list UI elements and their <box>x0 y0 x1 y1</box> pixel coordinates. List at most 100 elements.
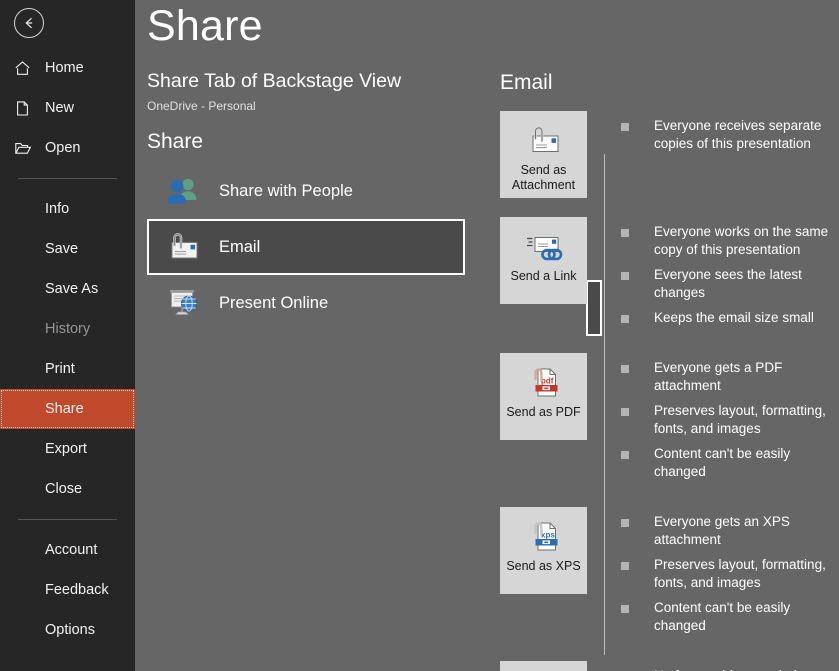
bullet-item: Everyone gets an XPS attachment <box>621 513 839 549</box>
back-button-area <box>0 0 135 46</box>
sidebar-item-label: Options <box>45 622 95 638</box>
xps-file-icon: xps <box>527 519 561 555</box>
send-as-pdf-button[interactable]: pdf Send as PDF <box>500 353 587 440</box>
present-online-icon <box>163 287 203 319</box>
sidebar-item-label: Feedback <box>45 582 109 598</box>
bullet-item: Preserves layout, formatting, fonts, and… <box>621 556 839 592</box>
backstage-sidebar: Home New Open <box>0 0 135 671</box>
send-as-attachment-button[interactable]: Send as Attachment <box>500 111 587 198</box>
bullet-text: Everyone receives separate copies of thi… <box>654 117 839 153</box>
email-option-send-as-xps: xps Send as XPS <box>500 507 839 642</box>
bullet-text: Everyone works on the same copy of this … <box>654 223 839 259</box>
sidebar-item-label: Share <box>45 401 84 417</box>
bullet-item: Content can't be easily changed <box>621 445 839 481</box>
back-arrow-icon[interactable] <box>14 8 44 38</box>
send-as-xps-button[interactable]: xps Send as XPS <box>500 507 587 594</box>
new-icon <box>14 100 36 117</box>
envelope-clip-icon <box>526 123 562 159</box>
share-section-heading: Share <box>147 130 465 154</box>
envelope-clip-icon <box>163 233 203 261</box>
bullet-text: Content can't be easily changed <box>654 599 839 635</box>
sidebar-item-close[interactable]: Close <box>0 469 135 509</box>
send-as-internet-fax-button[interactable]: Send as Internet Fax <box>500 661 587 671</box>
email-option-bullets: Everyone gets an XPS attachment Preserve… <box>621 507 839 642</box>
bullet-text: Content can't be easily changed <box>654 445 839 481</box>
sidebar-item-home[interactable]: Home <box>0 48 135 88</box>
sidebar-item-label: Close <box>45 481 82 497</box>
bullet-item: Keeps the email size small <box>621 309 839 327</box>
email-option-bullets: Everyone gets a PDF attachment Preserves… <box>621 353 839 488</box>
document-name: Share Tab of Backstage View <box>147 70 465 92</box>
email-section-heading: Email <box>500 71 839 95</box>
svg-text:xps: xps <box>541 531 555 540</box>
bullet-text: Preserves layout, formatting, fonts, and… <box>654 556 839 592</box>
sidebar-item-label: Account <box>45 542 97 558</box>
sidebar-item-options[interactable]: Options <box>0 610 135 650</box>
sidebar-item-account[interactable]: Account <box>0 530 135 570</box>
sidebar-item-history[interactable]: History <box>0 309 135 349</box>
sidebar-item-save-as[interactable]: Save As <box>0 269 135 309</box>
bullet-item: Content can't be easily changed <box>621 599 839 635</box>
bullet-square-icon <box>621 229 629 237</box>
email-option-bullets: Everyone works on the same copy of this … <box>621 217 839 334</box>
bullet-square-icon <box>621 272 629 280</box>
sidebar-item-label: New <box>45 100 74 116</box>
bullet-text: Everyone sees the latest changes <box>654 266 839 302</box>
bullet-square-icon <box>621 315 629 323</box>
pdf-file-icon: pdf <box>527 365 561 401</box>
sidebar-item-new[interactable]: New <box>0 88 135 128</box>
bullet-item: Everyone works on the same copy of this … <box>621 223 839 259</box>
bullet-square-icon <box>621 123 629 131</box>
svg-text:pdf: pdf <box>541 377 554 386</box>
share-option-share-with-people[interactable]: Share with People <box>147 163 465 219</box>
sidebar-item-export[interactable]: Export <box>0 429 135 469</box>
people-icon <box>163 176 203 206</box>
bullet-square-icon <box>621 365 629 373</box>
sidebar-item-save[interactable]: Save <box>0 229 135 269</box>
email-option-label: Send as PDF <box>503 405 583 420</box>
sidebar-item-feedback[interactable]: Feedback <box>0 570 135 610</box>
share-options-list: Share with People Email <box>147 163 465 331</box>
email-column: Email <box>465 66 839 671</box>
send-a-link-button[interactable]: Send a Link <box>500 217 587 304</box>
bullet-square-icon <box>621 408 629 416</box>
open-icon <box>14 140 36 157</box>
bullet-item: Preserves layout, formatting, fonts, and… <box>621 402 839 438</box>
email-option-send-as-attachment: Send as Attachment Everyone receives sep… <box>500 111 839 198</box>
email-option-label: Send as Attachment <box>500 163 587 193</box>
home-icon <box>14 60 36 77</box>
share-option-email[interactable]: Email <box>147 219 465 275</box>
sidebar-bottom-group: Account Feedback Options <box>0 530 135 650</box>
sidebar-mid-group: Info Save Save As History Print Share Ex… <box>0 189 135 509</box>
content-columns: Share Tab of Backstage View OneDrive - P… <box>135 66 839 671</box>
bullet-text: Everyone gets a PDF attachment <box>654 359 839 395</box>
sidebar-item-open[interactable]: Open <box>0 128 135 168</box>
sidebar-divider-top <box>18 178 117 179</box>
sidebar-item-label: Print <box>45 361 75 377</box>
bullet-item: No fax machine needed <box>621 667 839 671</box>
sidebar-item-share[interactable]: Share <box>0 389 135 429</box>
share-option-present-online[interactable]: Present Online <box>147 275 465 331</box>
bullet-text: Preserves layout, formatting, fonts, and… <box>654 402 839 438</box>
sidebar-item-label: Open <box>45 140 80 156</box>
bullet-square-icon <box>621 562 629 570</box>
bullet-square-icon <box>621 605 629 613</box>
sidebar-divider-bottom <box>18 519 117 520</box>
page-title: Share <box>147 2 263 51</box>
bullet-square-icon <box>621 519 629 527</box>
bullet-text: Keeps the email size small <box>654 309 814 327</box>
bullet-text: No fax machine needed <box>654 667 797 671</box>
sidebar-item-label: Home <box>45 60 84 76</box>
email-option-label: Send as XPS <box>503 559 583 574</box>
email-option-send-as-pdf: pdf Send as PDF <box>500 353 839 488</box>
sidebar-item-label: Save <box>45 241 78 257</box>
sidebar-item-info[interactable]: Info <box>0 189 135 229</box>
backstage-content: Share Share Tab of Backstage View OneDri… <box>135 0 839 671</box>
sidebar-item-label: Export <box>45 441 87 457</box>
sidebar-item-label: History <box>45 321 90 337</box>
backstage-view: Home New Open <box>0 0 839 671</box>
share-option-label: Email <box>219 238 260 257</box>
sidebar-item-print[interactable]: Print <box>0 349 135 389</box>
email-option-bullets: No fax machine needed You'll need a fax … <box>621 661 839 671</box>
email-options-list: Send as Attachment Everyone receives sep… <box>500 111 839 671</box>
